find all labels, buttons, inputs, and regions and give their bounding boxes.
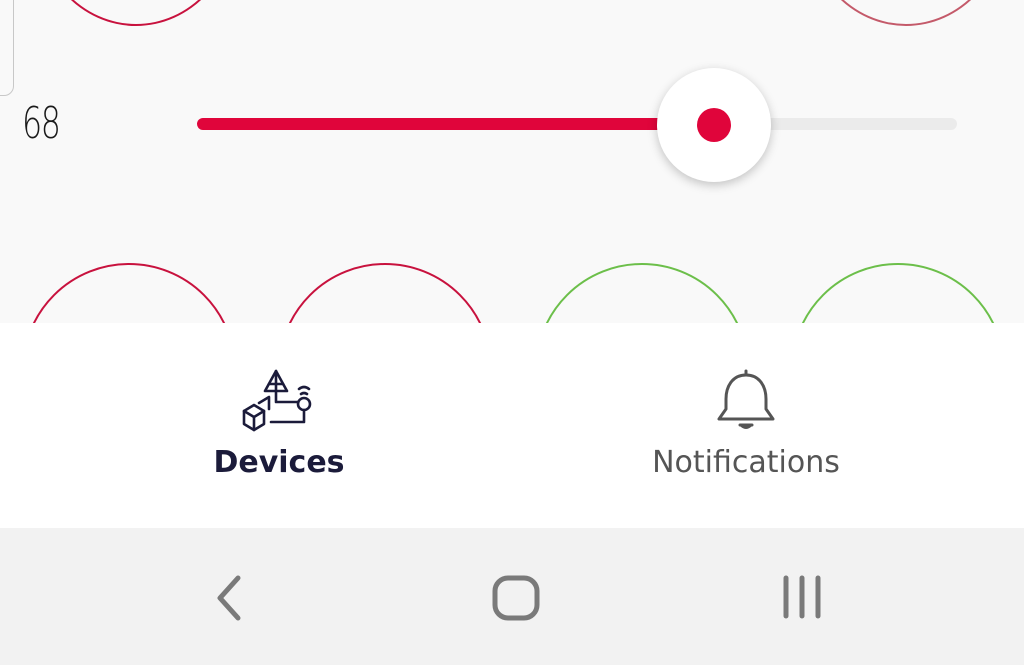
home-button[interactable] xyxy=(486,568,546,628)
slider-value-label: 68 xyxy=(22,98,61,149)
nav-notifications-label: Notifications xyxy=(652,445,840,480)
device-tile-circle[interactable] xyxy=(806,0,1006,26)
slider-thumb-dot xyxy=(697,108,731,142)
slider-fill xyxy=(197,118,714,130)
device-tile-circle[interactable] xyxy=(22,263,236,323)
home-icon xyxy=(492,575,540,621)
back-button[interactable] xyxy=(200,568,260,628)
back-icon xyxy=(217,575,241,621)
nav-notifications-tab[interactable]: Notifications xyxy=(596,323,896,528)
recents-button[interactable] xyxy=(772,568,832,628)
slider-thumb[interactable] xyxy=(657,68,771,182)
recents-icon xyxy=(783,575,821,619)
device-tile-circle[interactable] xyxy=(535,263,749,323)
nav-devices-tab[interactable]: Devices xyxy=(129,323,429,528)
bell-icon xyxy=(706,367,786,437)
device-tile-circle[interactable] xyxy=(278,263,492,323)
device-tile-circle[interactable] xyxy=(36,0,236,26)
edge-panel-handle[interactable] xyxy=(0,0,14,96)
level-slider[interactable] xyxy=(197,68,957,182)
bottom-navigation: Devices Notifications xyxy=(0,323,1024,528)
nav-devices-label: Devices xyxy=(213,445,345,480)
device-tile-circle[interactable] xyxy=(791,263,1005,323)
main-content: 68 xyxy=(0,0,1024,323)
devices-icon xyxy=(239,367,319,437)
system-navigation-bar xyxy=(0,528,1024,665)
